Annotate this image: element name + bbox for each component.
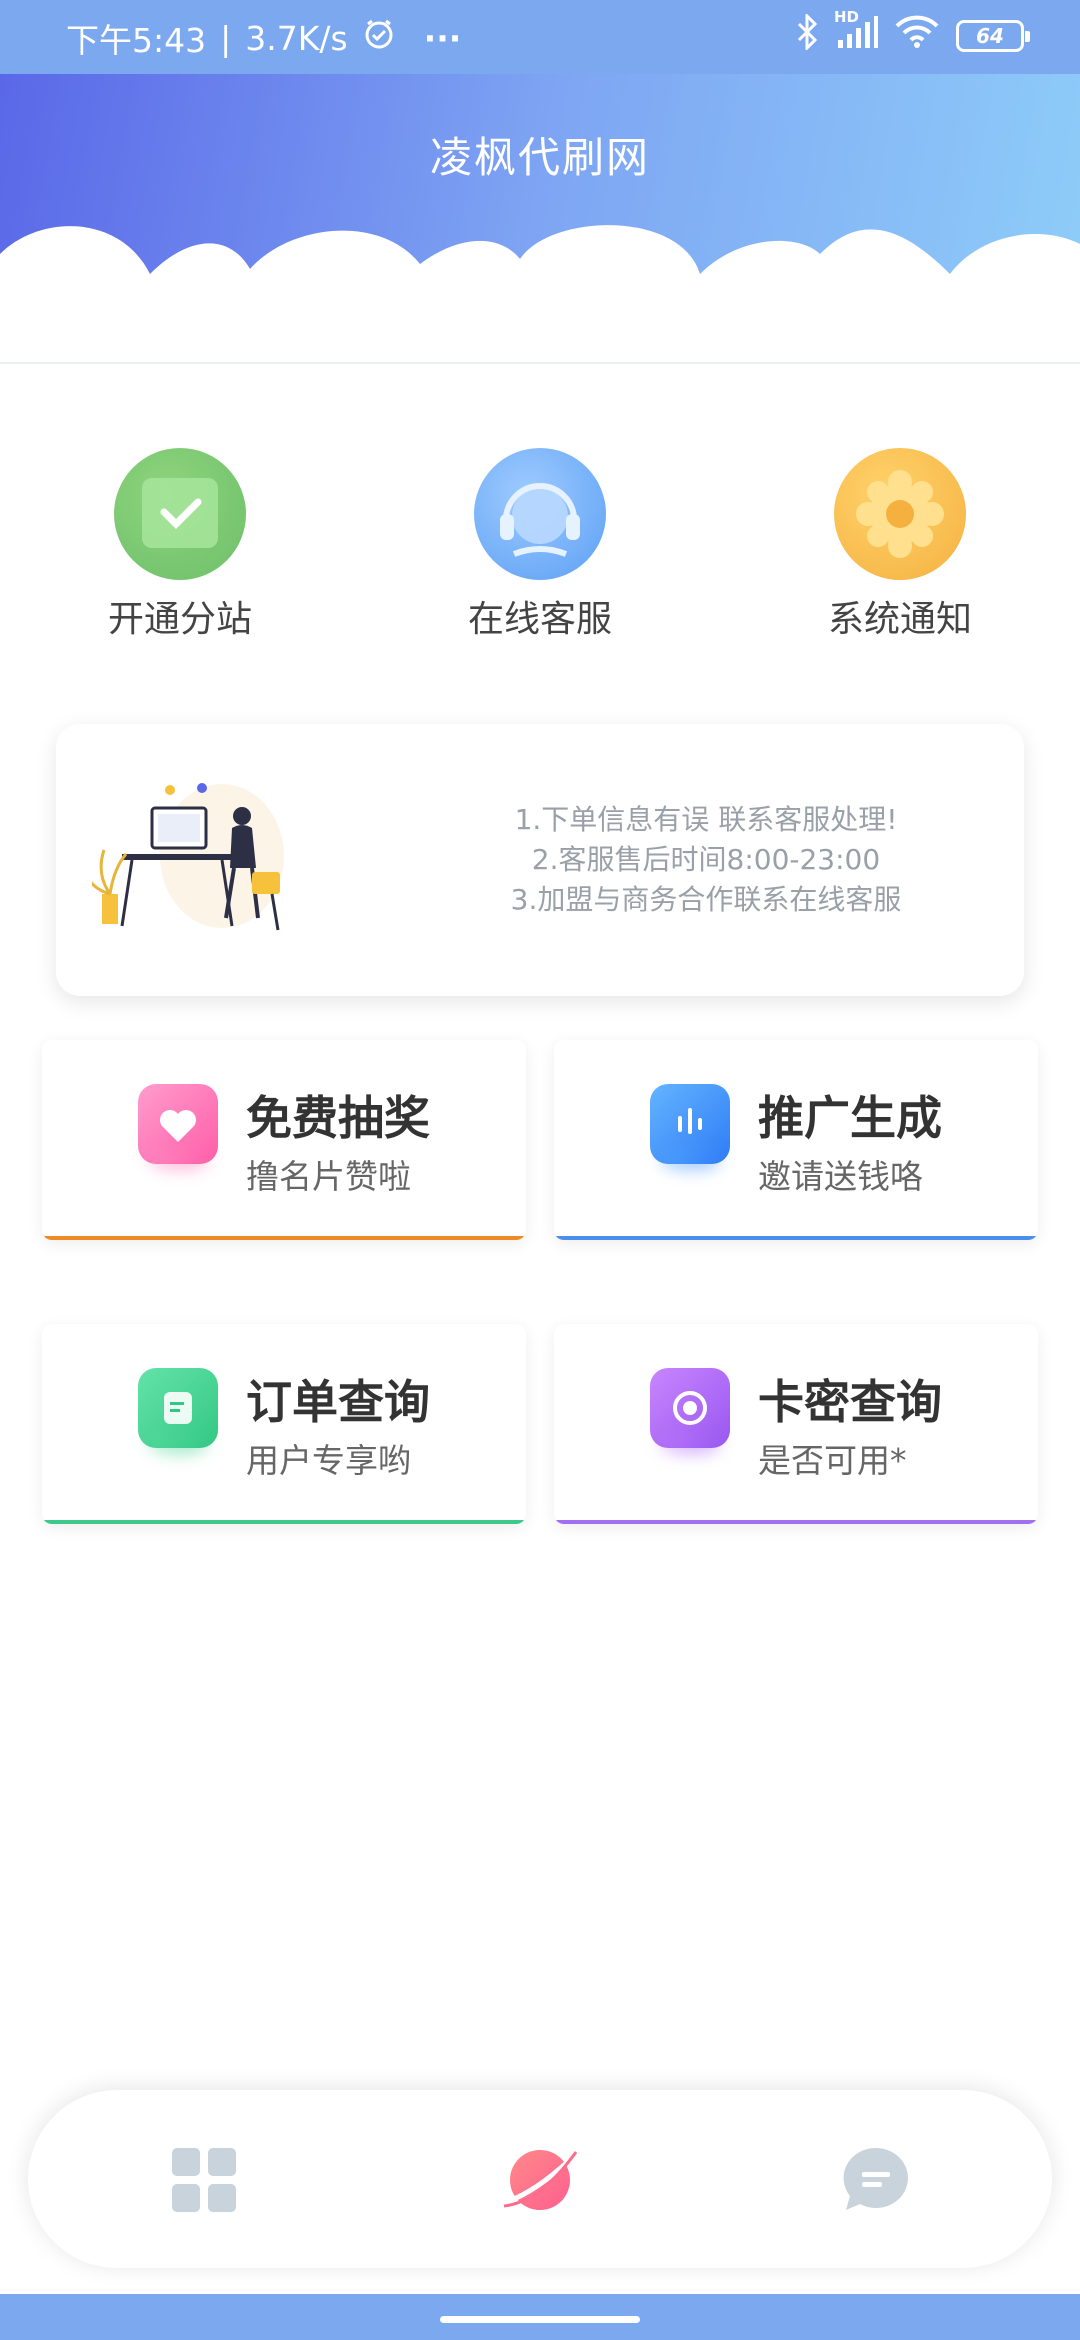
battery-indicator: 64 xyxy=(956,20,1030,52)
quick-open-substation[interactable]: 开通分站 xyxy=(80,448,280,642)
card-accent-bar xyxy=(42,1236,526,1240)
card-subtitle: 邀请送钱咯 xyxy=(758,1157,923,1196)
quick-label: 在线客服 xyxy=(467,599,612,640)
notice-text: 1.下单信息有误 联系客服处理! 2.客服售后时间8:00-23:00 3.加盟… xyxy=(416,800,996,920)
status-left: 下午5:43 | 3.7K/s ··· xyxy=(66,14,461,62)
headset-icon xyxy=(474,448,606,580)
bluetooth-icon xyxy=(796,12,818,58)
card-title: 订单查询 xyxy=(246,1375,430,1429)
quick-online-service[interactable]: 在线客服 xyxy=(440,448,640,642)
gear-icon xyxy=(834,448,966,580)
alarm-icon xyxy=(362,17,396,59)
status-bar: 下午5:43 | 3.7K/s ··· HD 64 xyxy=(0,0,1080,74)
app-header: 凌枫代刷网 xyxy=(0,74,1080,364)
quick-label: 开通分站 xyxy=(107,599,252,640)
office-illustration xyxy=(92,783,284,931)
planet-icon xyxy=(503,2150,578,2210)
notice-card: 1.下单信息有误 联系客服处理! 2.客服售后时间8:00-23:00 3.加盟… xyxy=(56,724,1024,996)
card-title: 卡密查询 xyxy=(758,1375,942,1429)
record-icon xyxy=(650,1368,730,1448)
wifi-icon xyxy=(894,14,940,58)
bottom-navigation xyxy=(28,2090,1052,2268)
network-type-label: HD xyxy=(834,8,860,26)
nav-discover-button[interactable] xyxy=(500,2140,580,2220)
check-icon xyxy=(114,448,246,580)
card-accent-bar xyxy=(554,1236,1038,1240)
card-subtitle: 是否可用* xyxy=(758,1441,907,1480)
home-indicator[interactable] xyxy=(440,2316,640,2323)
card-subtitle: 用户专享哟 xyxy=(246,1441,411,1480)
card-title: 推广生成 xyxy=(758,1091,942,1145)
header-divider xyxy=(0,362,1080,364)
free-lottery-card[interactable]: 免费抽奖 撸名片赞啦 xyxy=(42,1040,526,1240)
notice-line: 1.下单信息有误 联系客服处理! xyxy=(514,803,898,836)
voice-icon xyxy=(650,1084,730,1164)
heart-icon xyxy=(138,1084,218,1164)
notice-line: 2.客服售后时间8:00-23:00 xyxy=(531,843,881,876)
status-separator: | xyxy=(220,18,232,58)
status-speed: 3.7K/s xyxy=(245,18,348,58)
status-right: HD 64 xyxy=(796,8,1030,58)
quick-label: 系统通知 xyxy=(827,599,972,640)
grid-icon xyxy=(172,2148,236,2212)
signal-icon: HD xyxy=(834,8,878,58)
card-accent-bar xyxy=(42,1520,526,1524)
order-query-card[interactable]: 订单查询 用户专享哟 xyxy=(42,1324,526,1524)
status-more-dots: ··· xyxy=(423,18,462,58)
status-time: 下午5:43 xyxy=(66,21,207,60)
card-secret-query-card[interactable]: 卡密查询 是否可用* xyxy=(554,1324,1038,1524)
card-accent-bar xyxy=(554,1520,1038,1524)
quick-system-notice[interactable]: 系统通知 xyxy=(800,448,1000,642)
note-icon xyxy=(138,1368,218,1448)
cloud-decoration xyxy=(0,225,1080,364)
page-title: 凌枫代刷网 xyxy=(429,133,650,182)
notice-line: 3.加盟与商务合作联系在线客服 xyxy=(510,883,902,916)
card-title: 免费抽奖 xyxy=(246,1091,430,1145)
card-subtitle: 撸名片赞啦 xyxy=(246,1157,411,1196)
nav-home-button[interactable] xyxy=(164,2140,244,2220)
promotion-card[interactable]: 推广生成 邀请送钱咯 xyxy=(554,1040,1038,1240)
nav-message-button[interactable] xyxy=(836,2140,916,2220)
chat-icon xyxy=(843,2147,908,2210)
